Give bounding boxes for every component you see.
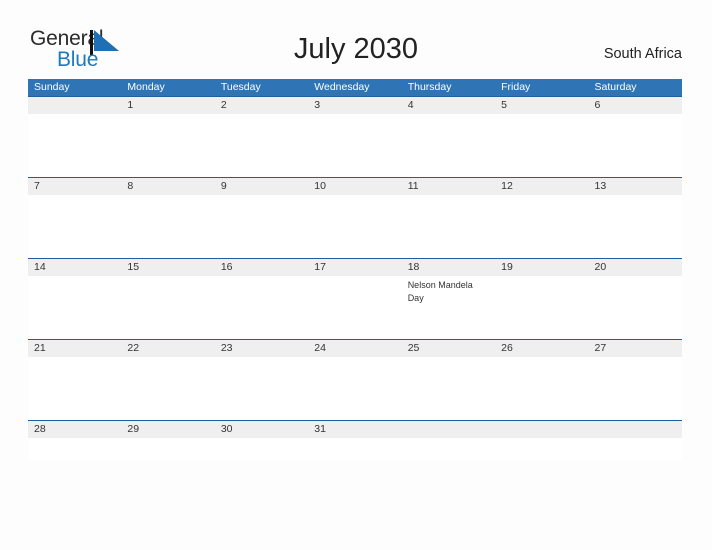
day-number[interactable]: 15 (121, 259, 214, 276)
week-body-strip (28, 195, 682, 258)
day-number[interactable]: 5 (495, 97, 588, 114)
week-row: 14 15 16 17 18 19 20 Nelson Mandela Day (28, 258, 682, 339)
day-cell[interactable] (495, 195, 588, 258)
page-header: General Blue July 2030 South Africa (0, 0, 712, 78)
weekday-header-wednesday: Wednesday (314, 81, 370, 93)
day-cell[interactable] (402, 438, 495, 501)
day-number[interactable]: 6 (589, 97, 682, 114)
week-body-strip (28, 438, 682, 460)
day-cell[interactable] (28, 357, 121, 420)
day-number[interactable]: 21 (28, 340, 121, 357)
day-number[interactable] (495, 421, 588, 438)
day-number[interactable]: 16 (215, 259, 308, 276)
weekday-header-sunday: Sunday (34, 81, 70, 93)
day-cell[interactable] (28, 195, 121, 258)
day-number[interactable]: 4 (402, 97, 495, 114)
day-number[interactable]: 12 (495, 178, 588, 195)
day-cell[interactable] (402, 114, 495, 177)
weekday-header-row: Sunday Monday Tuesday Wednesday Thursday… (28, 79, 682, 96)
weekday-header-thursday: Thursday (407, 81, 452, 93)
day-number[interactable]: 14 (28, 259, 121, 276)
day-cell[interactable] (589, 357, 682, 420)
day-cell[interactable] (495, 357, 588, 420)
day-cell[interactable] (215, 195, 308, 258)
day-number[interactable]: 28 (28, 421, 121, 438)
day-cell[interactable] (402, 195, 495, 258)
day-number[interactable]: 2 (215, 97, 308, 114)
day-cell[interactable] (121, 195, 214, 258)
day-number[interactable]: 3 (308, 97, 401, 114)
weekday-header-saturday: Saturday (594, 81, 637, 93)
day-cell[interactable] (589, 276, 682, 339)
day-number[interactable]: 11 (402, 178, 495, 195)
weekday-header-monday: Monday (127, 81, 165, 93)
weekday-header-friday: Friday (501, 81, 531, 93)
day-number[interactable]: 18 (402, 259, 495, 276)
day-number[interactable]: 29 (121, 421, 214, 438)
day-cell[interactable] (495, 114, 588, 177)
day-event: Nelson Mandela Day (407, 280, 473, 303)
day-cell[interactable] (495, 276, 588, 339)
day-number[interactable] (28, 97, 121, 114)
day-cell[interactable] (215, 276, 308, 339)
day-number[interactable]: 7 (28, 178, 121, 195)
day-number[interactable]: 1 (121, 97, 214, 114)
week-body-strip: Nelson Mandela Day (28, 276, 682, 339)
week-number-strip: 21 22 23 24 25 26 27 (28, 340, 682, 357)
calendar-grid: Sunday Monday Tuesday Wednesday Thursday… (28, 79, 682, 460)
day-cell[interactable] (121, 357, 214, 420)
day-number[interactable]: 19 (495, 259, 588, 276)
day-cell[interactable] (402, 357, 495, 420)
day-cell[interactable] (495, 438, 588, 501)
day-number[interactable]: 9 (215, 178, 308, 195)
day-cell[interactable] (308, 195, 401, 258)
day-cell[interactable] (28, 438, 121, 501)
day-cell[interactable] (121, 438, 214, 501)
week-row: 1 2 3 4 5 6 (28, 96, 682, 177)
weekday-header-tuesday: Tuesday (220, 81, 261, 93)
day-number[interactable] (589, 421, 682, 438)
day-cell[interactable] (589, 195, 682, 258)
day-number[interactable] (402, 421, 495, 438)
week-row: 21 22 23 24 25 26 27 (28, 339, 682, 420)
day-number[interactable]: 10 (308, 178, 401, 195)
week-row: 28 29 30 31 (28, 420, 682, 460)
day-cell[interactable] (589, 438, 682, 501)
day-number[interactable]: 30 (215, 421, 308, 438)
week-number-strip: 28 29 30 31 (28, 421, 682, 438)
day-cell[interactable] (28, 114, 121, 177)
day-cell[interactable] (121, 276, 214, 339)
day-cell-nelson-mandela-day[interactable]: Nelson Mandela Day (402, 276, 495, 339)
day-number[interactable]: 13 (589, 178, 682, 195)
day-cell[interactable] (215, 114, 308, 177)
day-cell[interactable] (308, 357, 401, 420)
day-number[interactable]: 23 (215, 340, 308, 357)
day-number[interactable]: 27 (589, 340, 682, 357)
week-number-strip: 14 15 16 17 18 19 20 (28, 259, 682, 276)
day-number[interactable]: 17 (308, 259, 401, 276)
day-cell[interactable] (589, 114, 682, 177)
day-number[interactable]: 25 (402, 340, 495, 357)
day-cell[interactable] (308, 438, 401, 501)
day-cell[interactable] (215, 357, 308, 420)
day-number[interactable]: 20 (589, 259, 682, 276)
day-number[interactable]: 22 (121, 340, 214, 357)
day-cell[interactable] (121, 114, 214, 177)
day-cell[interactable] (308, 114, 401, 177)
day-cell[interactable] (308, 276, 401, 339)
week-row: 7 8 9 10 11 12 13 (28, 177, 682, 258)
calendar-page: General Blue July 2030 South Africa Sund… (0, 0, 712, 550)
week-body-strip (28, 357, 682, 420)
week-body-strip (28, 114, 682, 177)
day-number[interactable]: 24 (308, 340, 401, 357)
week-number-strip: 7 8 9 10 11 12 13 (28, 178, 682, 195)
day-number[interactable]: 31 (308, 421, 401, 438)
day-number[interactable]: 8 (121, 178, 214, 195)
day-number[interactable]: 26 (495, 340, 588, 357)
week-number-strip: 1 2 3 4 5 6 (28, 97, 682, 114)
day-cell[interactable] (215, 438, 308, 501)
day-cell[interactable] (28, 276, 121, 339)
location-label: South Africa (603, 46, 682, 62)
